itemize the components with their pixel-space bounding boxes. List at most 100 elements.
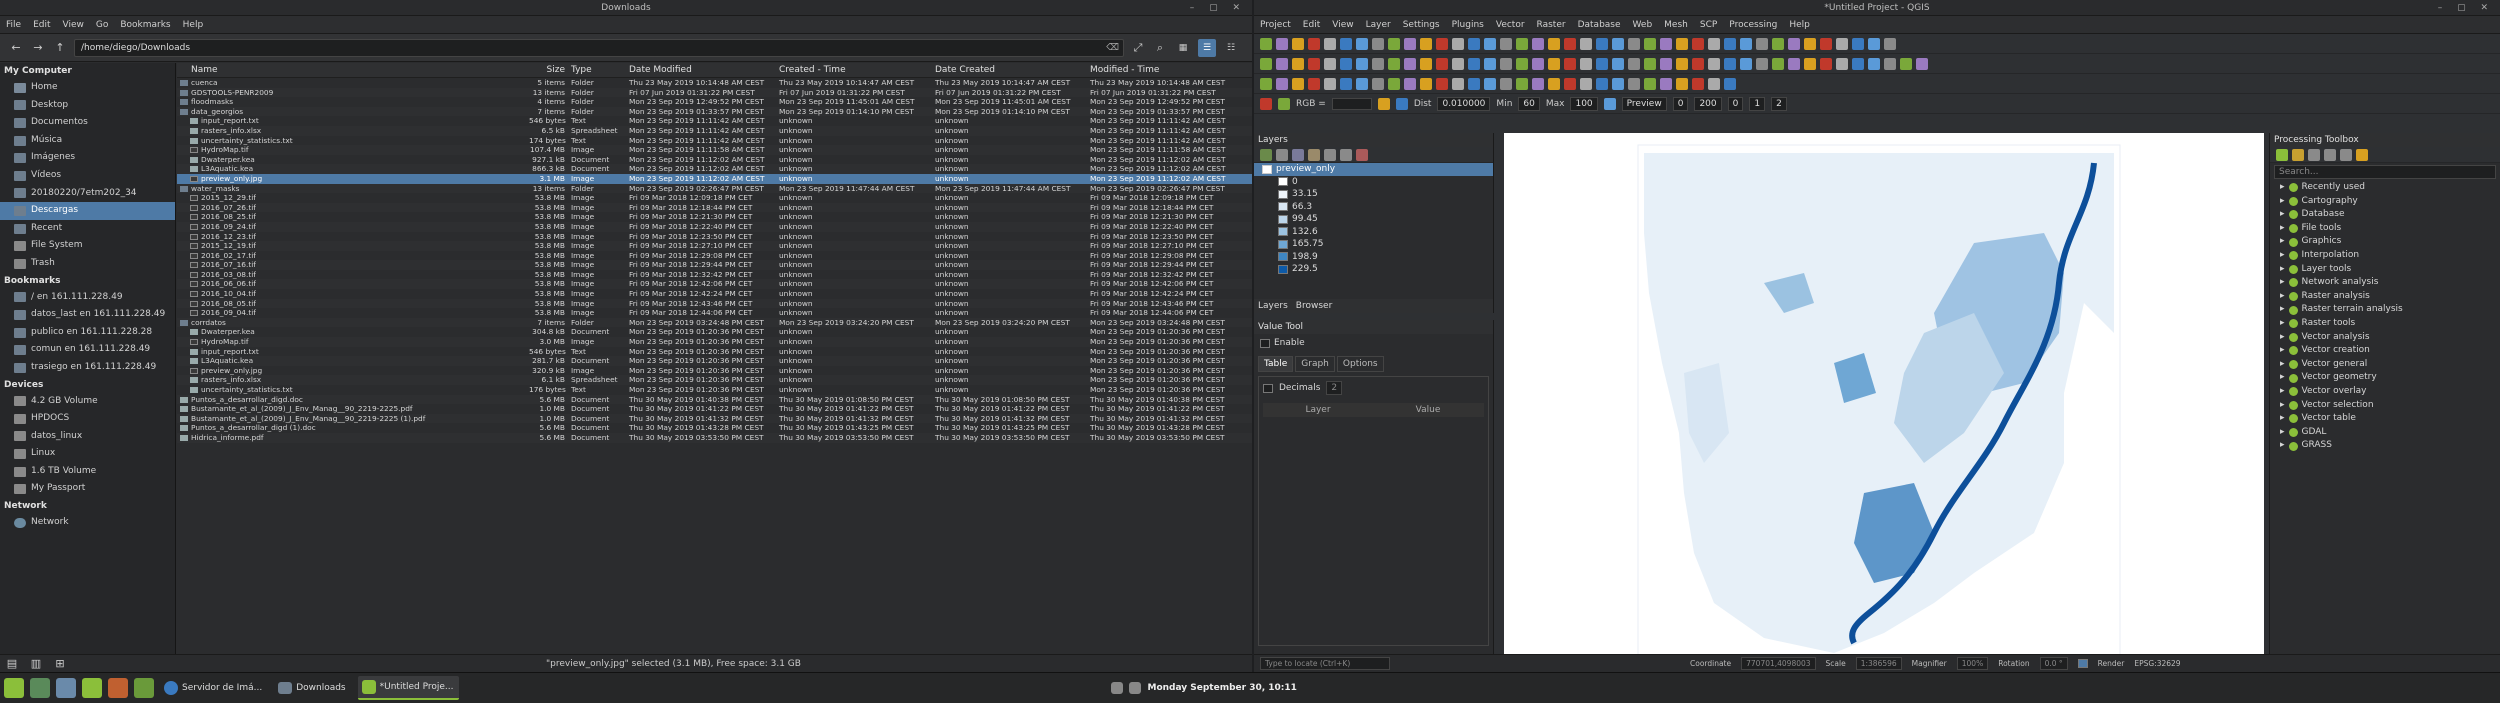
layer-edit-tool-icon[interactable] — [1852, 57, 1864, 70]
table-row[interactable]: 2016_03_08.tif 53.8 MB Image Fri 09 Mar 201… — [177, 270, 1252, 280]
layer-edit-tool-icon[interactable] — [1724, 57, 1736, 70]
layer-edit-tool-icon[interactable] — [1772, 57, 1784, 70]
expand-arrow-icon[interactable]: ▸ — [2280, 358, 2285, 372]
options-icon[interactable] — [2356, 148, 2368, 161]
table-row[interactable]: 2016_02_17.tif 53.8 MB Image Fri 09 Mar 201… — [177, 251, 1252, 261]
layer-edit-tool-icon[interactable] — [1740, 57, 1752, 70]
map-nav-tool-icon[interactable] — [1596, 37, 1608, 50]
table-row[interactable]: 2016_09_04.tif 53.8 MB Image Fri 09 Mar 201… — [177, 308, 1252, 318]
expand-arrow-icon[interactable]: ▸ — [2280, 276, 2285, 290]
edit-features-icon[interactable] — [2340, 148, 2352, 161]
layer-edit-tool-icon[interactable] — [1276, 57, 1288, 70]
map-nav-tool-icon[interactable] — [1372, 37, 1384, 50]
sidebar-item-computer[interactable]: Vídeos — [0, 167, 175, 185]
gimp-launcher-icon[interactable] — [108, 678, 128, 698]
layer-edit-tool-icon[interactable] — [1596, 57, 1608, 70]
sidebar-item-computer[interactable]: Imágenes — [0, 149, 175, 167]
menu-help[interactable]: Help — [183, 20, 204, 30]
expand-arrow-icon[interactable]: ▸ — [2280, 371, 2285, 385]
toolbox-item[interactable]: ▸ Recently used — [2270, 181, 2500, 195]
toolbox-item[interactable]: ▸ GRASS — [2270, 439, 2500, 453]
col-layer[interactable]: Layer — [1263, 405, 1373, 415]
map-nav-tool-icon[interactable] — [1452, 37, 1464, 50]
table-row[interactable]: uncertainty_statistics.txt 174 bytes Text M… — [177, 136, 1252, 146]
map-nav-tool-icon[interactable] — [1740, 37, 1752, 50]
table-row[interactable]: Bustamante_et_al_(2009)_J_Env_Manag__90_… — [177, 404, 1252, 414]
layer-edit-tool-icon[interactable] — [1484, 57, 1496, 70]
digitize-tool-icon[interactable] — [1308, 77, 1320, 90]
digitize-tool-icon[interactable] — [1260, 77, 1272, 90]
table-row[interactable]: rasters_info.xlsx 6.5 kB Spreadsheet Mon 23… — [177, 125, 1252, 136]
dist-input[interactable]: 0.010000 — [1437, 96, 1491, 111]
search-icon[interactable]: ⌕ — [1152, 40, 1168, 56]
rotation-value[interactable]: 0.0 ° — [2039, 657, 2068, 670]
layer-edit-tool-icon[interactable] — [1580, 57, 1592, 70]
toolbox-item[interactable]: ▸ Raster terrain analysis — [2270, 303, 2500, 317]
path-input[interactable]: /home/diego/Downloads ⌫ — [74, 38, 1124, 57]
table-row[interactable]: preview_only.jpg 320.9 kB Image Mon 23 Sep … — [177, 366, 1252, 376]
menu-database[interactable]: Database — [1578, 20, 1621, 30]
sidebar-item-device[interactable]: HPDOCS — [0, 410, 175, 428]
table-row[interactable]: GDSTOOLS-PENR2009 13 items Folder Fri 07 Ju… — [177, 87, 1252, 98]
digitize-tool-icon[interactable] — [1692, 77, 1704, 90]
digitize-tool-icon[interactable] — [1596, 77, 1608, 90]
toolbox-item[interactable]: ▸ Graphics — [2270, 235, 2500, 249]
table-row[interactable]: L3Aquatic.kea 866.3 kB Document Mon 23 Sep … — [177, 164, 1252, 174]
sidebar-item-computer[interactable]: Descargas — [0, 202, 175, 220]
toolbox-item[interactable]: ▸ Cartography — [2270, 195, 2500, 209]
layer-edit-tool-icon[interactable] — [1884, 57, 1896, 70]
toolbox-item[interactable]: ▸ Interpolation — [2270, 249, 2500, 263]
menu-edit[interactable]: Edit — [33, 20, 50, 30]
layer-edit-tool-icon[interactable] — [1836, 57, 1848, 70]
toolbox-item[interactable]: ▸ GDAL — [2270, 426, 2500, 440]
coord-value[interactable]: 770701,4098003 — [1741, 657, 1816, 670]
layer-edit-tool-icon[interactable] — [1292, 57, 1304, 70]
expand-arrow-icon[interactable]: ▸ — [2280, 222, 2285, 236]
map-nav-tool-icon[interactable] — [1868, 37, 1880, 50]
table-row[interactable]: HydroMap.tif 107.4 MB Image Mon 23 Sep 2019… — [177, 145, 1252, 155]
digitize-tool-icon[interactable] — [1404, 77, 1416, 90]
sidebar-item-computer[interactable]: Trash — [0, 255, 175, 273]
digitize-tool-icon[interactable] — [1644, 77, 1656, 90]
layer-edit-tool-icon[interactable] — [1452, 57, 1464, 70]
toolbox-item[interactable]: ▸ Vector table — [2270, 412, 2500, 426]
layer-edit-tool-icon[interactable] — [1260, 57, 1272, 70]
window-controls[interactable]: – ▢ ✕ — [2438, 0, 2494, 16]
toolbox-item[interactable]: ▸ Vector general — [2270, 358, 2500, 372]
sidebar-item-network[interactable]: Network — [0, 514, 175, 532]
map-nav-tool-icon[interactable] — [1820, 37, 1832, 50]
sidebar-item-bookmark[interactable]: / en 161.111.228.49 — [0, 289, 175, 307]
layer-edit-tool-icon[interactable] — [1404, 57, 1416, 70]
tab-table[interactable]: Table — [1258, 356, 1294, 372]
table-row[interactable]: Hidrica_informe.pdf 5.6 MB Document Thu 30 … — [177, 432, 1252, 443]
clock[interactable]: Monday September 30, 10:11 — [1147, 683, 1296, 693]
menu-view[interactable]: View — [1332, 20, 1353, 30]
table-row[interactable]: floodmasks 4 items Folder Mon 23 Sep 2019 1… — [177, 97, 1252, 107]
terminal-launcher-icon[interactable] — [134, 678, 154, 698]
band-set-icon[interactable] — [1278, 97, 1290, 110]
digitize-tool-icon[interactable] — [1388, 77, 1400, 90]
table-row[interactable]: input_report.txt 546 bytes Text Mon 23 Sep … — [177, 347, 1252, 357]
map-nav-tool-icon[interactable] — [1692, 37, 1704, 50]
table-row[interactable]: 2015_12_19.tif 53.8 MB Image Fri 09 Mar 201… — [177, 241, 1252, 251]
spin-e[interactable]: 2 — [1771, 96, 1787, 111]
digitize-tool-icon[interactable] — [1276, 77, 1288, 90]
map-nav-tool-icon[interactable] — [1836, 37, 1848, 50]
layer-edit-tool-icon[interactable] — [1420, 57, 1432, 70]
col-value[interactable]: Value — [1373, 405, 1483, 415]
table-row[interactable]: L3Aquatic.kea 281.7 kB Document Mon 23 Sep … — [177, 356, 1252, 366]
table-row[interactable]: Bustamante_et_al_(2009)_J_Env_Manag__90_… — [177, 413, 1252, 424]
network-icon[interactable] — [1085, 678, 1105, 698]
map-nav-tool-icon[interactable] — [1772, 37, 1784, 50]
layer-edit-tool-icon[interactable] — [1324, 57, 1336, 70]
table-row[interactable]: Dwaterper.kea 304.8 kB Document Mon 23 Sep … — [177, 327, 1252, 337]
map-nav-tool-icon[interactable] — [1564, 37, 1576, 50]
map-nav-tool-icon[interactable] — [1404, 37, 1416, 50]
toolbox-item[interactable]: ▸ Vector creation — [2270, 344, 2500, 358]
map-nav-tool-icon[interactable] — [1308, 37, 1320, 50]
menu-raster[interactable]: Raster — [1537, 20, 1566, 30]
sidebar-item-device[interactable]: datos_linux — [0, 428, 175, 446]
table-row[interactable]: 2016_07_26.tif 53.8 MB Image Fri 09 Mar 201… — [177, 202, 1252, 213]
menu-mesh[interactable]: Mesh — [1664, 20, 1688, 30]
digitize-tool-icon[interactable] — [1516, 77, 1528, 90]
